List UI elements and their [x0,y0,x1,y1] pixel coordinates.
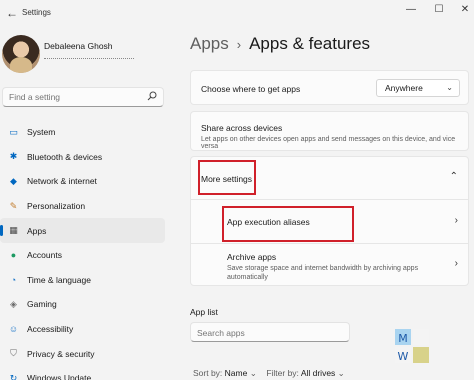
filter-label: Filter by: [266,368,299,378]
accessibility-icon: ☺ [8,324,19,335]
chevron-right-icon: › [454,258,458,269]
search-apps-box[interactable] [190,322,350,342]
search-icon[interactable] [147,91,157,103]
controller-icon: ◈ [10,298,17,309]
app-source-dropdown[interactable]: Anywhere ⌄ [376,79,460,97]
breadcrumb-apps[interactable]: Apps [190,34,229,53]
archive-apps-row[interactable]: Archive apps Save storage space and inte… [191,244,468,286]
breadcrumb-separator: › [236,37,242,52]
sidebar-item-label: Gaming [27,299,57,310]
sidebar-item-label: Bluetooth & devices [27,151,103,162]
watermark-logo: M W [393,327,431,365]
sidebar-item-label: Apps [27,225,47,236]
archive-label: Archive apps [227,252,277,262]
page-title: Apps & features [249,34,371,53]
sidebar-item-label: Personalization [27,201,86,212]
sidebar-item-label: Network & internet [27,176,97,187]
find-setting-box[interactable] [2,87,164,107]
app-list-heading: App list [190,307,218,317]
avatar [2,35,40,73]
apps-icon: ▦ [9,225,18,236]
sidebar-item-label: Accessibility [27,324,74,335]
svg-text:M: M [398,332,408,345]
brush-icon: ✎ [9,200,18,211]
sidebar-item-label: Windows Update [27,373,92,380]
filter-value[interactable]: All drives [301,368,335,378]
sidebar-item-windows-update[interactable]: ↻ Windows Update [0,366,165,380]
sidebar-item-personalization[interactable]: ✎ Personalization [0,194,165,219]
person-icon: ● [10,250,17,261]
sidebar-item-system[interactable]: ▭ System [0,120,165,145]
maximize-button[interactable]: ☐ [432,3,446,17]
highlight-more-settings [198,160,256,195]
monitor-icon: ▭ [9,126,18,137]
sidebar-item-accounts[interactable]: ● Accounts [0,243,165,268]
bluetooth-icon: ✱ [9,151,18,162]
chevron-down-icon: ⌄ [446,83,453,92]
sidebar-nav: ▭ System ✱ Bluetooth & devices ◆ Network & in… [0,120,165,380]
sort-filter-bar: Sort by: Name ⌄ Filter by: All drives ⌄ [193,368,345,379]
close-button[interactable]: ✕ [458,3,472,17]
sidebar-item-time-language[interactable]: ◔ Time & language [0,268,165,293]
highlight-app-execution-aliases [222,206,354,242]
breadcrumb: Apps › Apps & features [190,34,370,54]
globe-clock-icon: ◔ [10,274,17,285]
archive-description: Save storage space and internet bandwidt… [227,265,419,281]
chevron-down-icon: ⌄ [337,368,345,378]
sort-value[interactable]: Name [225,368,248,378]
find-setting-input[interactable] [3,92,143,102]
user-profile[interactable]: Debaleena Ghosh [0,33,180,73]
sidebar-item-network-internet[interactable]: ◆ Network & internet [0,169,165,194]
svg-text:W: W [398,350,409,363]
shield-icon: ⛉ [10,348,17,359]
title-bar: ← Settings — ☐ ✕ [0,0,474,26]
sidebar-item-apps[interactable]: ▦ Apps [0,218,165,243]
sidebar-item-bluetooth-devices[interactable]: ✱ Bluetooth & devices [0,145,165,170]
minimize-button[interactable]: — [404,3,418,17]
share-across-devices-card[interactable]: Share across devices Let apps on other d… [190,111,469,151]
wifi-icon: ◆ [10,175,17,186]
chevron-down-icon: ⌄ [249,368,257,378]
chevron-right-icon: › [454,215,458,226]
sidebar-item-label: Time & language [27,274,91,285]
sidebar-item-accessibility[interactable]: ☺ Accessibility [0,317,165,342]
search-apps-input[interactable] [191,324,331,342]
back-arrow-icon[interactable]: ← [4,5,20,21]
chevron-up-icon[interactable]: ⌃ [450,171,458,182]
app-source-value: Anywhere [385,83,423,93]
window-title: Settings [22,8,51,17]
sidebar-item-label: System [27,127,56,138]
profile-email-redacted [44,53,134,59]
sidebar-item-privacy-security[interactable]: ⛉ Privacy & security [0,341,165,366]
share-description: Let apps on other devices open apps and … [201,136,456,150]
choose-where-label: Choose where to get apps [201,84,301,94]
sidebar-item-gaming[interactable]: ◈ Gaming [0,292,165,317]
sidebar-item-label: Privacy & security [27,348,95,359]
choose-where-card: Choose where to get apps Anywhere ⌄ [190,70,469,105]
share-label: Share across devices [201,123,283,133]
sidebar-item-label: Accounts [27,250,62,261]
profile-name: Debaleena Ghosh [44,41,113,51]
sort-label: Sort by: [193,368,223,378]
update-icon: ↻ [9,372,18,380]
